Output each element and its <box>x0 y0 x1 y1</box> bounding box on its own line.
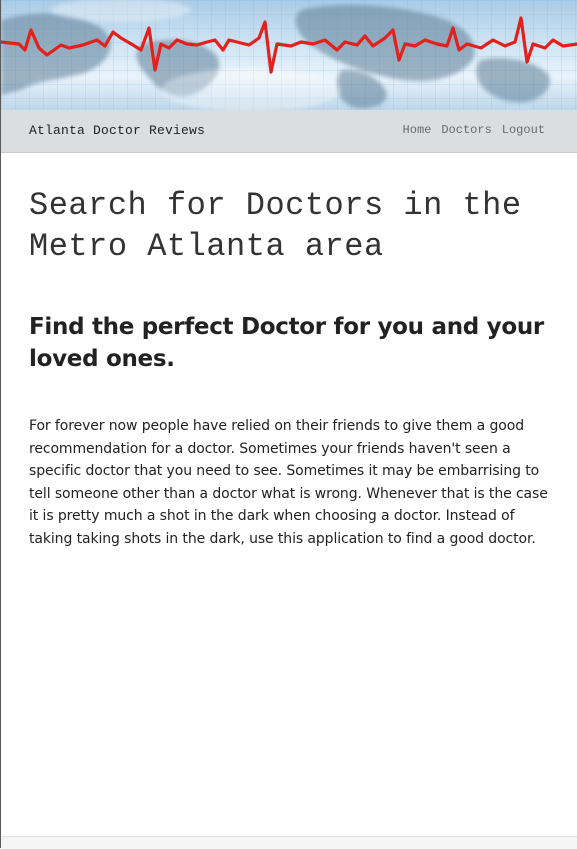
heartbeat-banner-graphic <box>1 0 577 110</box>
nav-link-logout[interactable]: Logout <box>502 123 545 137</box>
page-subtitle: Find the perfect Doctor for you and your… <box>29 314 544 372</box>
nav-link-home[interactable]: Home <box>403 123 432 137</box>
header-banner-image <box>1 0 577 110</box>
nav-links: Home Doctors Logout <box>403 123 545 137</box>
page-title: Search for Doctors in the Metro Atlanta … <box>29 187 522 265</box>
main-content: Search for Doctors in the Metro Atlanta … <box>29 185 554 550</box>
nav-link-doctors[interactable]: Doctors <box>441 123 491 137</box>
footer-divider <box>1 836 577 849</box>
brand-title[interactable]: Atlanta Doctor Reviews <box>29 123 205 138</box>
intro-paragraph: For forever now people have relied on th… <box>29 418 548 547</box>
top-navbar: Atlanta Doctor Reviews Home Doctors Logo… <box>1 110 577 153</box>
